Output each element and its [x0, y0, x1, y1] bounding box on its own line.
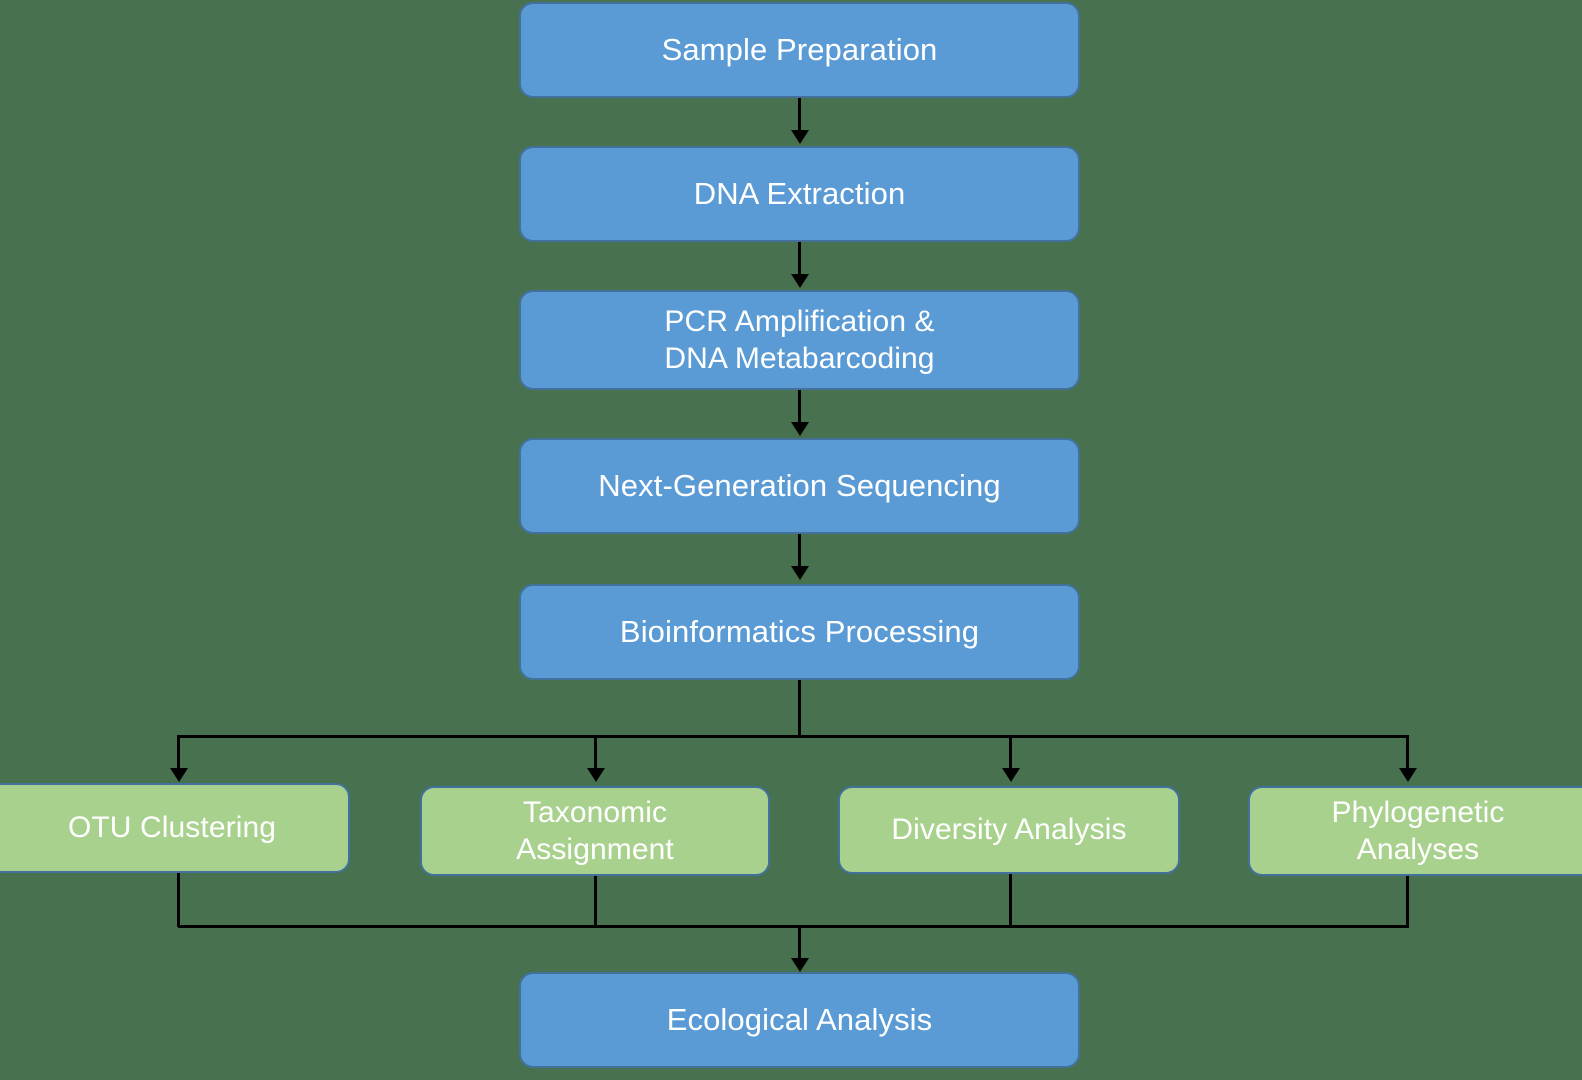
node-sample-preparation-label: Sample Preparation [661, 31, 938, 67]
node-diversity-analysis[interactable]: Diversity Analysis [838, 786, 1180, 874]
arrowhead-taxonomic-assignment [587, 768, 605, 782]
node-phylogenetic-analyses-label: Phylogenetic Analyses [1331, 795, 1505, 867]
arrowhead-diversity-analysis [1002, 768, 1020, 782]
node-pcr-amplification[interactable]: PCR Amplification & DNA Metabarcoding [519, 290, 1080, 390]
edge-fanout-to-taxonomic-assignment [594, 735, 597, 771]
edge-diversity-analysis-to-merge [1009, 874, 1012, 927]
node-taxonomic-assignment[interactable]: Taxonomic Assignment [420, 786, 770, 876]
node-dna-extraction-label: DNA Extraction [693, 175, 906, 211]
arrowhead-dna-extraction [791, 130, 809, 144]
edge-fanout-to-diversity-analysis [1009, 735, 1012, 771]
edge-fanout-to-otu-clustering [177, 735, 180, 771]
edge-next-generation-sequencing-to-bioinformatics-processing [798, 534, 801, 568]
edge-fanout-to-phylogenetic-analyses [1406, 735, 1409, 771]
edge-merge-bus [178, 925, 1409, 928]
arrowhead-ecological-analysis [791, 958, 809, 972]
node-bioinformatics-processing-label: Bioinformatics Processing [619, 613, 980, 649]
edge-bioinformatics-processing-stem [798, 680, 801, 737]
node-next-generation-sequencing-label: Next-Generation Sequencing [598, 467, 1001, 503]
flowchart-canvas: Sample Preparation DNA Extraction PCR Am… [0, 0, 1582, 1080]
arrowhead-phylogenetic-analyses [1399, 768, 1417, 782]
node-ecological-analysis-label: Ecological Analysis [666, 1001, 933, 1037]
node-pcr-amplification-label: PCR Amplification & DNA Metabarcoding [664, 304, 935, 376]
node-taxonomic-assignment-label: Taxonomic Assignment [516, 795, 674, 867]
arrowhead-next-generation-sequencing [791, 422, 809, 436]
node-ecological-analysis[interactable]: Ecological Analysis [519, 972, 1080, 1068]
node-dna-extraction[interactable]: DNA Extraction [519, 146, 1080, 242]
node-bioinformatics-processing[interactable]: Bioinformatics Processing [519, 584, 1080, 680]
edge-taxonomic-assignment-to-merge [594, 876, 597, 927]
arrowhead-otu-clustering [170, 768, 188, 782]
edge-pcr-amplification-to-next-generation-sequencing [798, 390, 801, 424]
edge-fanout-bus [178, 735, 1409, 738]
arrowhead-pcr-amplification [791, 274, 809, 288]
node-otu-clustering[interactable]: OTU Clustering [0, 783, 350, 873]
node-phylogenetic-analyses[interactable]: Phylogenetic Analyses [1248, 786, 1582, 876]
node-sample-preparation[interactable]: Sample Preparation [519, 2, 1080, 98]
edge-dna-extraction-to-pcr-amplification [798, 242, 801, 276]
arrowhead-bioinformatics-processing [791, 566, 809, 580]
edge-merge-to-ecological-analysis [798, 925, 801, 961]
edge-otu-clustering-to-merge [177, 873, 180, 927]
node-otu-clustering-label: OTU Clustering [67, 811, 277, 845]
edge-phylogenetic-analyses-to-merge [1406, 876, 1409, 927]
node-diversity-analysis-label: Diversity Analysis [891, 813, 1127, 847]
edge-sample-preparation-to-dna-extraction [798, 98, 801, 132]
node-next-generation-sequencing[interactable]: Next-Generation Sequencing [519, 438, 1080, 534]
